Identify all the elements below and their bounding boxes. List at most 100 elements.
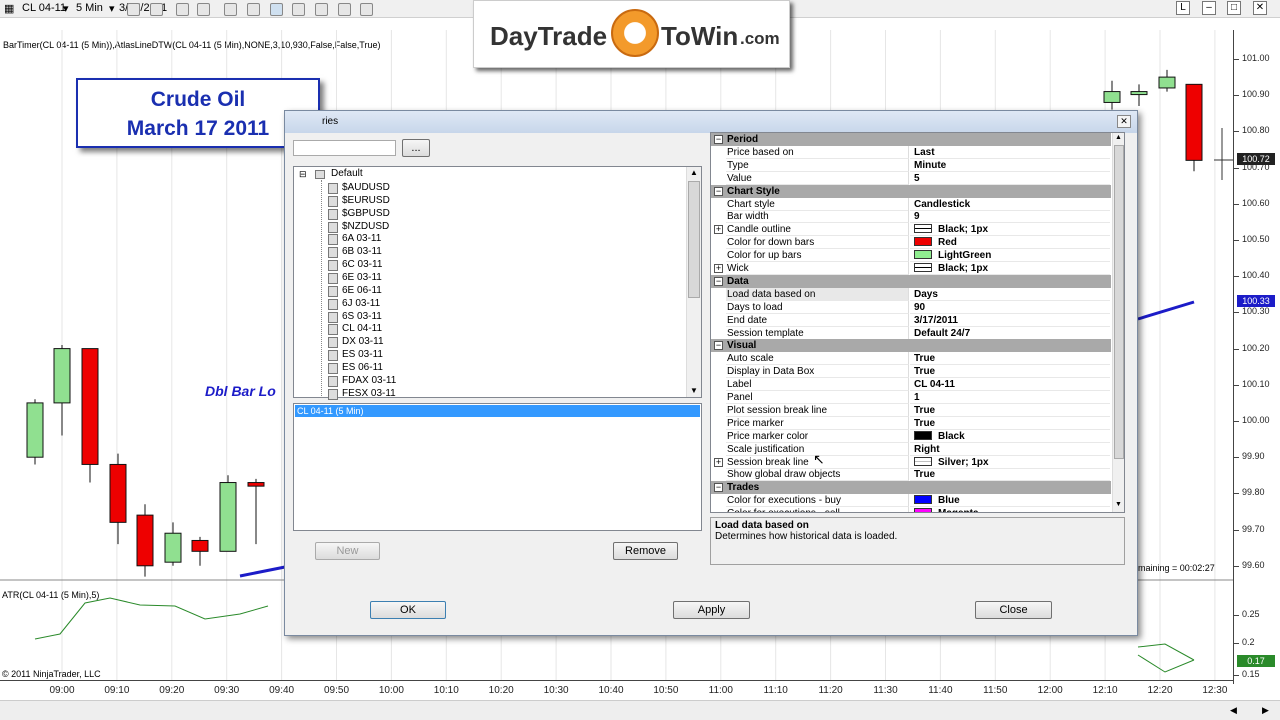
property-value[interactable]: Right: [910, 443, 1110, 456]
collapse-icon[interactable]: −: [714, 276, 723, 286]
property-row[interactable]: Scale justification Right: [711, 442, 1111, 456]
instrument-item[interactable]: 6E 03-11: [328, 271, 382, 284]
instrument-selector[interactable]: CL 04-11: [22, 2, 66, 14]
property-row[interactable]: + Session break line Silver; 1px: [711, 455, 1111, 469]
data-box-icon[interactable]: [292, 3, 305, 16]
collapse-icon[interactable]: −: [714, 135, 723, 144]
zoom-in-icon[interactable]: [176, 3, 189, 16]
property-row[interactable]: Label CL 04-11: [711, 378, 1111, 392]
property-row[interactable]: + Wick Black; 1px: [711, 262, 1111, 275]
instrument-item[interactable]: 6J 03-11: [327, 297, 380, 310]
property-row[interactable]: Color for executions - buy Blue: [711, 494, 1111, 508]
remove-button[interactable]: Remove: [613, 542, 678, 560]
grid-icon[interactable]: ▦: [4, 2, 14, 15]
tree-scrollbar[interactable]: ▲ ▼: [686, 167, 701, 397]
property-value[interactable]: Last: [910, 146, 1110, 159]
property-row[interactable]: Session template Default 24/7: [711, 326, 1111, 340]
scroll-thumb[interactable]: [688, 181, 700, 298]
close-button[interactable]: Close: [975, 601, 1052, 619]
property-row[interactable]: Value 5: [711, 171, 1111, 185]
instrument-item[interactable]: 6A 03-11: [327, 232, 381, 246]
property-value[interactable]: 3/17/2011: [910, 314, 1110, 327]
link-button[interactable]: L: [1176, 1, 1190, 15]
close-window-button[interactable]: ✕: [1253, 1, 1267, 15]
property-value[interactable]: True: [910, 417, 1110, 430]
property-row[interactable]: Show global draw objects True: [711, 468, 1111, 482]
property-value[interactable]: Silver; 1px: [910, 456, 1110, 469]
browse-button[interactable]: ...: [402, 139, 430, 157]
property-row[interactable]: Days to load 90: [711, 300, 1111, 314]
property-row[interactable]: Color for executions - sell Magenta: [711, 507, 1111, 512]
property-category[interactable]: − Chart Style: [711, 184, 1111, 198]
property-value[interactable]: 90: [910, 301, 1110, 314]
property-category[interactable]: − Period: [711, 133, 1111, 146]
zoom-out-icon[interactable]: [197, 3, 210, 16]
collapse-icon[interactable]: −: [714, 186, 723, 196]
property-category[interactable]: − Data: [711, 274, 1111, 288]
property-row[interactable]: + Candle outline Black; 1px: [711, 223, 1111, 237]
horizontal-scrollbar[interactable]: ◀ ▶: [0, 700, 1280, 720]
property-row[interactable]: Price based on Last: [711, 145, 1111, 159]
property-row[interactable]: Display in Data Box True: [711, 365, 1111, 379]
chevron-down-icon[interactable]: ▾: [109, 2, 115, 15]
property-row[interactable]: Price marker True: [711, 416, 1111, 430]
chevron-down-icon[interactable]: ▾: [63, 2, 69, 15]
instrument-item[interactable]: CL 04-11: [327, 322, 382, 336]
property-value[interactable]: 9: [910, 210, 1110, 224]
property-row[interactable]: End date 3/17/2011: [711, 313, 1111, 327]
price-axis[interactable]: 101.00 100.90 100.80 100.70 100.60 100.50 100.…: [1233, 30, 1280, 684]
tree-root[interactable]: Default: [331, 168, 363, 179]
arrow-left-icon[interactable]: ◀: [1230, 705, 1237, 716]
instrument-item[interactable]: DX 03-11: [328, 335, 384, 349]
interval-selector[interactable]: 5 Min: [76, 2, 103, 14]
property-row[interactable]: Price marker color Black: [711, 429, 1111, 443]
property-value[interactable]: 1: [910, 391, 1110, 404]
property-value[interactable]: Candlestick: [910, 198, 1110, 211]
instrument-item[interactable]: $EURUSD: [328, 194, 390, 207]
arrow-right-icon[interactable]: ▶: [1262, 705, 1269, 716]
property-value[interactable]: Red: [910, 236, 1110, 250]
property-value[interactable]: Blue: [910, 494, 1110, 508]
property-row[interactable]: Color for down bars Red: [711, 236, 1111, 250]
property-row[interactable]: Bar width 9: [711, 210, 1111, 224]
selected-series-item[interactable]: CL 04-11 (5 Min): [295, 405, 700, 417]
property-row[interactable]: Load data based on Days: [711, 287, 1111, 301]
selected-series-list[interactable]: CL 04-11 (5 Min): [293, 403, 702, 531]
expand-icon[interactable]: +: [714, 225, 723, 235]
time-axis[interactable]: 09:00 09:10 09:20 09:30 09:40 09:50 10:00 10:10…: [0, 680, 1233, 700]
property-category[interactable]: − Visual: [711, 339, 1111, 353]
dialog-close-icon[interactable]: ✕: [1117, 115, 1131, 128]
property-value[interactable]: True: [910, 404, 1110, 417]
property-value[interactable]: True: [910, 468, 1110, 482]
property-value[interactable]: Magenta: [910, 507, 1110, 512]
collapse-icon[interactable]: −: [714, 483, 723, 493]
property-value[interactable]: True: [910, 365, 1110, 379]
property-value[interactable]: Days: [910, 288, 1110, 301]
strategy-icon[interactable]: [338, 3, 351, 16]
property-row[interactable]: Auto scale True: [711, 352, 1111, 366]
template-icon[interactable]: [315, 3, 328, 16]
scroll-up-icon[interactable]: ▲: [690, 168, 698, 177]
property-value[interactable]: LightGreen: [910, 249, 1110, 263]
maximize-button[interactable]: □: [1227, 1, 1241, 15]
new-button[interactable]: New: [315, 542, 380, 560]
instrument-item[interactable]: $AUDUSD: [328, 181, 390, 194]
instrument-tree[interactable]: ⊟ Default $AUDUSD $EURUSD $GBPUSD $NZDUSD 6A…: [293, 166, 702, 400]
dialog-titlebar[interactable]: ries ✕: [285, 111, 1137, 133]
expand-icon[interactable]: +: [714, 264, 723, 273]
scroll-down-icon[interactable]: ▼: [1115, 501, 1122, 508]
property-value[interactable]: CL 04-11: [910, 378, 1110, 392]
property-value[interactable]: Minute: [910, 159, 1110, 172]
property-value[interactable]: Black; 1px: [910, 223, 1110, 237]
property-value[interactable]: 5: [910, 172, 1110, 185]
property-value[interactable]: Black: [910, 430, 1110, 443]
instrument-item[interactable]: 6C 03-11: [327, 258, 382, 272]
ok-button[interactable]: OK: [370, 601, 446, 619]
chart-icon[interactable]: [270, 3, 283, 16]
instrument-item[interactable]: $GBPUSD: [328, 207, 390, 220]
property-row[interactable]: Panel 1: [711, 391, 1111, 404]
print-icon[interactable]: [360, 3, 373, 16]
scroll-up-icon[interactable]: ▲: [1115, 134, 1122, 141]
property-category[interactable]: − Trades: [711, 481, 1111, 495]
instrument-item[interactable]: $NZDUSD: [327, 220, 389, 233]
